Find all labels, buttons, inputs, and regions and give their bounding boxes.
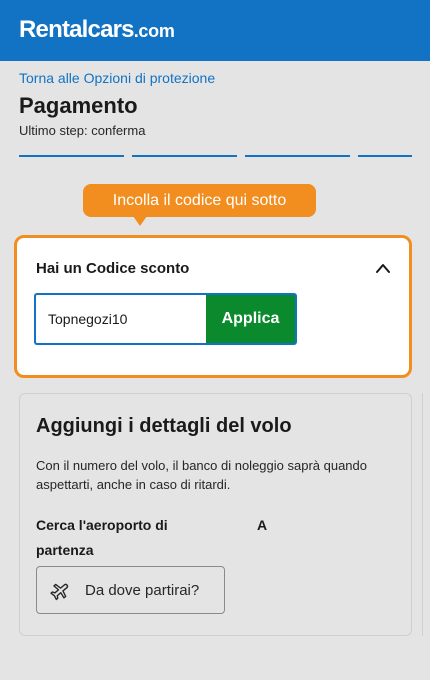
discount-code-input[interactable] bbox=[34, 293, 208, 345]
flight-details-card: Aggiungi i dettagli del volo Con il nume… bbox=[19, 393, 412, 636]
discount-code-title: Hai un Codice sconto bbox=[36, 260, 190, 277]
back-to-protection-link[interactable]: Torna alle Opzioni di protezione bbox=[19, 70, 215, 86]
progress-step-3 bbox=[245, 155, 350, 157]
flight-details-title: Aggiungi i dettagli del volo bbox=[36, 415, 292, 437]
logo-text: Rentalcars bbox=[19, 16, 135, 43]
progress-step-1 bbox=[19, 155, 124, 157]
top-bar: Rentalcars.com bbox=[0, 0, 430, 61]
departure-airport-button[interactable]: Da dove partirai? bbox=[36, 566, 225, 614]
flight-details-description: Con il numero del volo, il banco di nole… bbox=[36, 458, 367, 492]
tooltip-pointer bbox=[133, 216, 147, 226]
arrival-label: A bbox=[257, 517, 268, 533]
discount-code-card: Hai un Codice sconto Applica bbox=[14, 235, 412, 378]
apply-button[interactable]: Applica bbox=[206, 293, 297, 345]
chevron-up-icon[interactable] bbox=[375, 262, 391, 274]
page-subtitle: Ultimo step: conferma bbox=[19, 123, 146, 138]
progress-step-4 bbox=[358, 155, 412, 157]
next-card-edge bbox=[422, 393, 430, 636]
progress-step-2 bbox=[132, 155, 237, 157]
logo-suffix: .com bbox=[133, 21, 175, 41]
departure-airport-label: Cerca l'aeroporto di partenza bbox=[36, 517, 168, 558]
page-title: Pagamento bbox=[19, 93, 138, 118]
rentalcars-logo[interactable]: Rentalcars.com bbox=[19, 16, 175, 45]
paste-code-tooltip: Incolla il codice qui sotto bbox=[83, 184, 316, 217]
airplane-icon bbox=[50, 583, 69, 601]
departure-button-label: Da dove partirai? bbox=[85, 582, 200, 599]
